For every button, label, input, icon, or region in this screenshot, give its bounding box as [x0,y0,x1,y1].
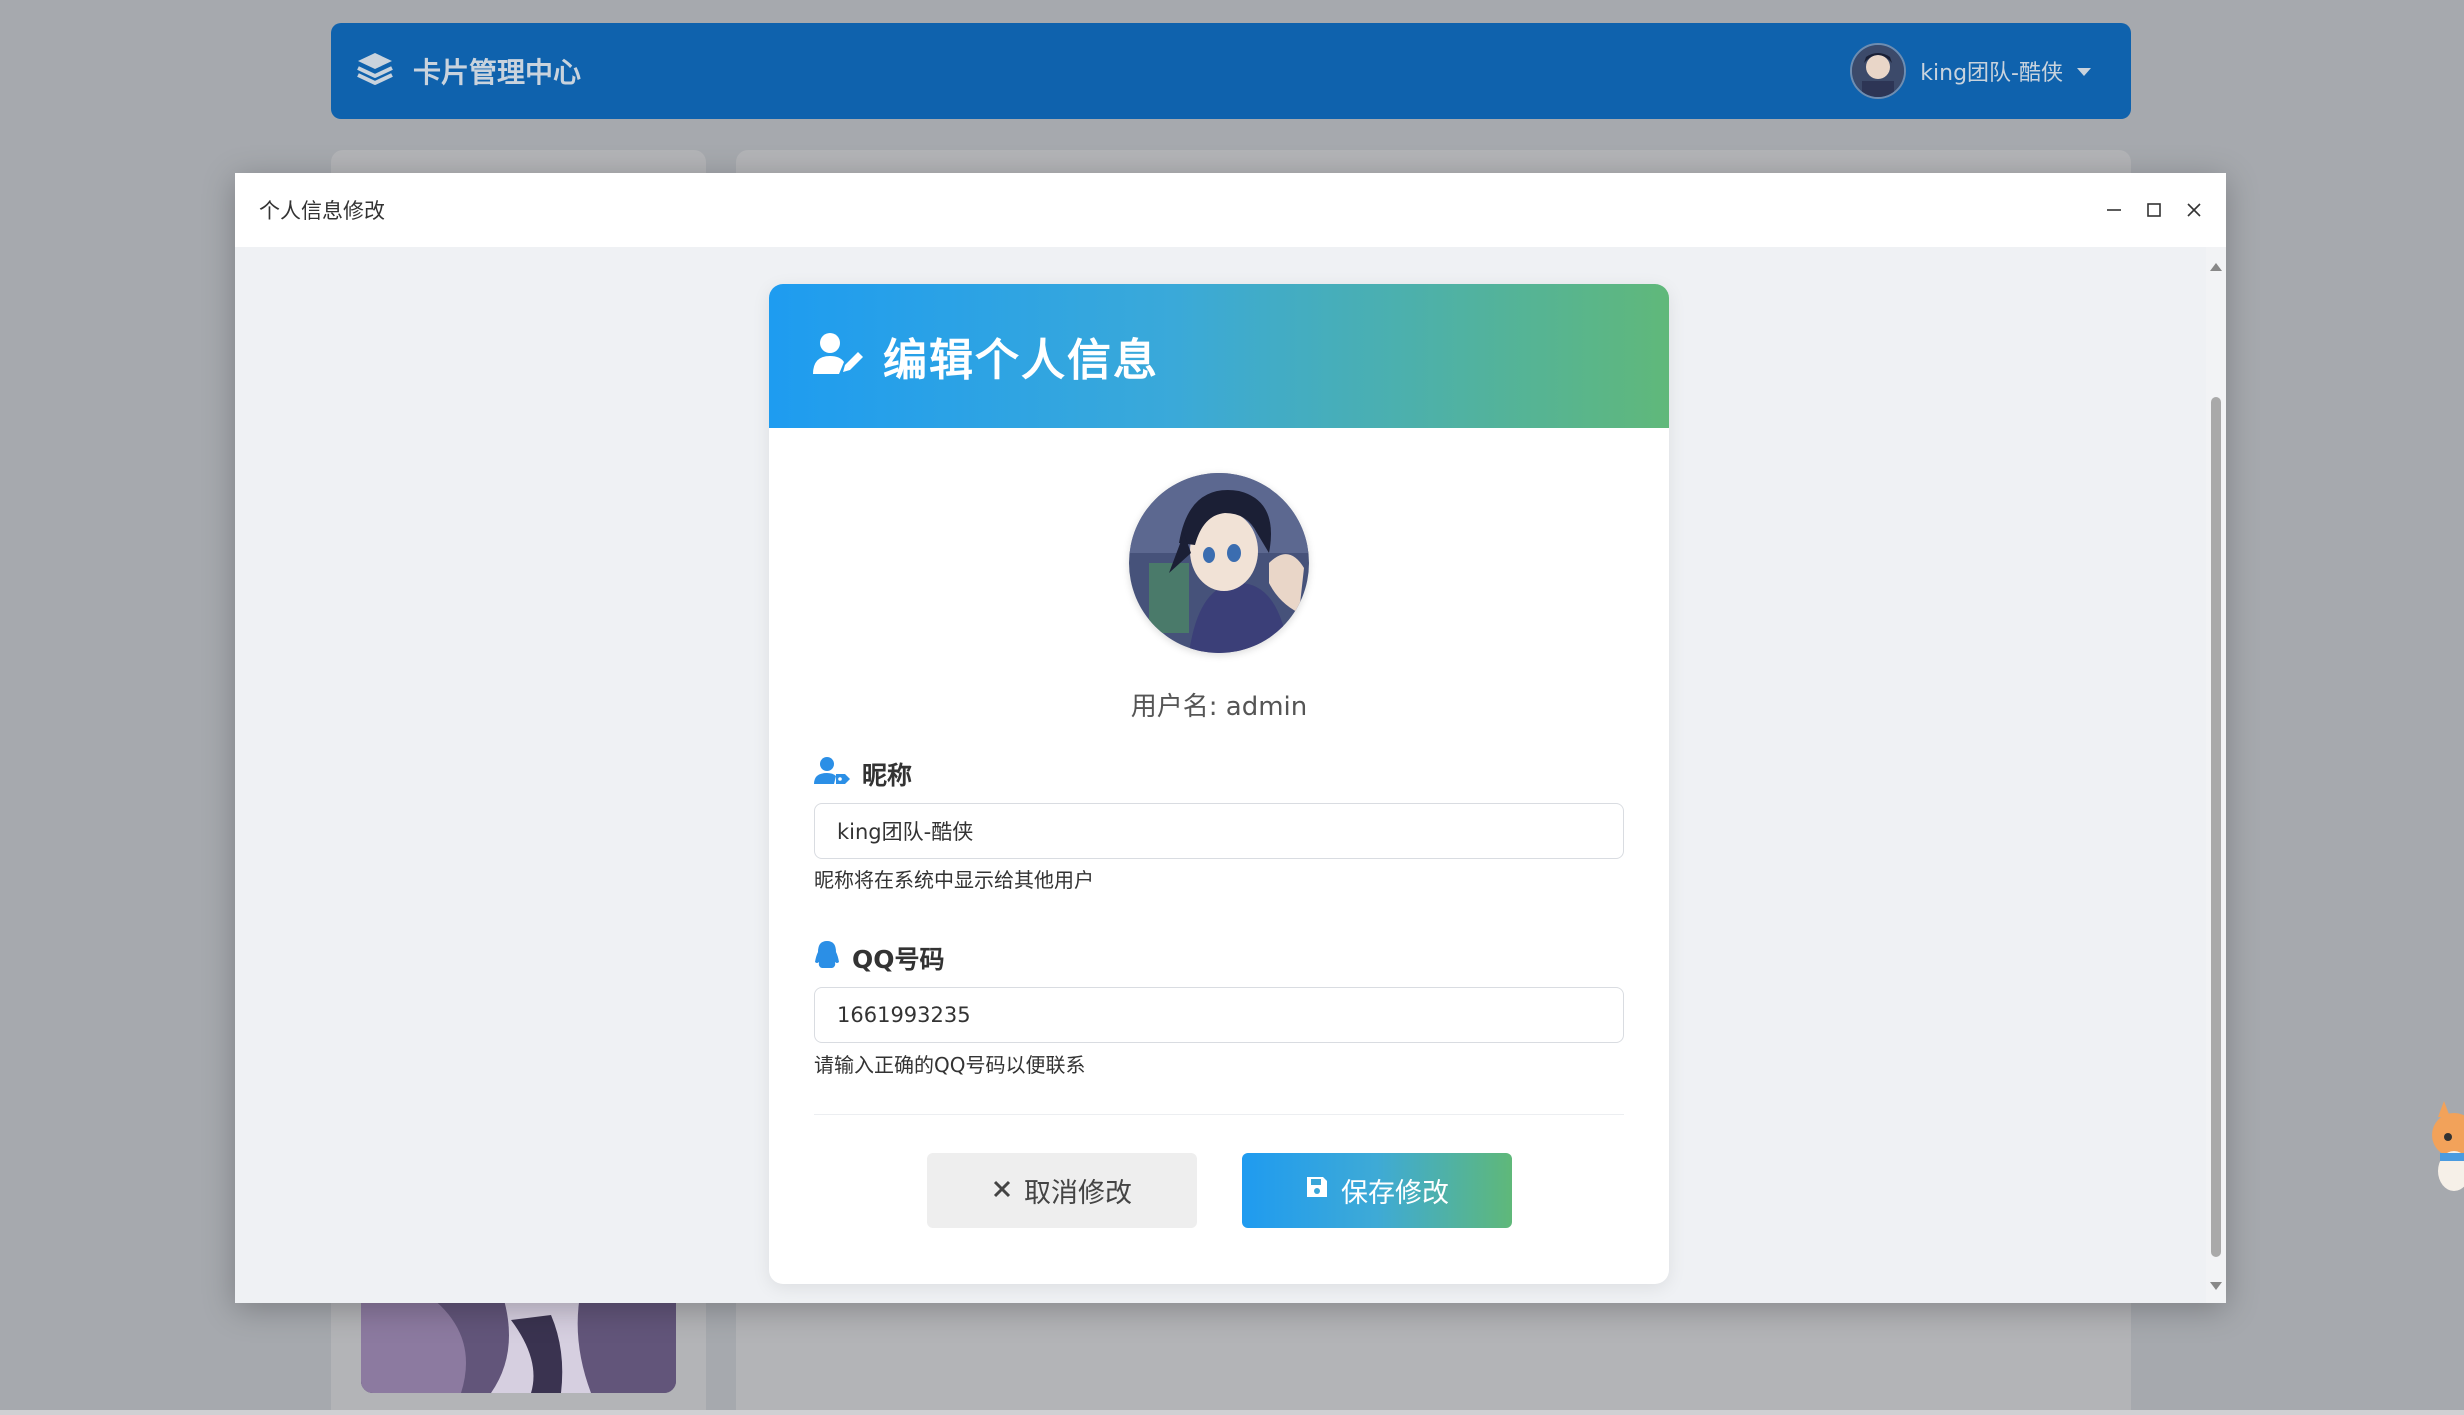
edit-profile-card: 编辑个人信息 用户名: admin 昵称 king团队-酷侠 昵称将在系统中显示… [769,284,1669,1284]
qq-input[interactable] [814,987,1624,1043]
scroll-down-icon[interactable] [2209,1276,2223,1295]
cancel-button[interactable]: 取消修改 [927,1153,1197,1228]
caret-down-icon [2077,62,2091,81]
cancel-button-label: 取消修改 [1024,1178,1132,1209]
nickname-label: 昵称 [814,756,912,792]
floppy-disk-icon [1305,1175,1329,1206]
save-button[interactable]: 保存修改 [1242,1153,1512,1228]
modal-title: 个人信息修改 [259,199,385,223]
username-display: 用户名: admin [1130,692,1308,722]
qq-label-text: QQ号码 [852,945,945,974]
minimize-icon[interactable] [2104,200,2124,220]
background-bottom-strip [0,1410,2464,1415]
window-controls [2104,173,2204,247]
nickname-label-text: 昵称 [862,761,913,790]
maximize-icon[interactable] [2144,200,2164,220]
card-header: 编辑个人信息 [769,284,1669,428]
layers-icon [355,49,395,93]
scroll-up-icon[interactable] [2209,257,2223,276]
qq-penguin-icon [814,940,840,976]
brand-title: 卡片管理中心 [413,56,582,89]
qq-label: QQ号码 [814,940,945,976]
nickname-input[interactable] [814,803,1624,859]
app-topbar: 卡片管理中心 king团队-酷侠 [331,23,2131,119]
profile-edit-modal: 个人信息修改 编辑个人信息 用户名: admin 昵称 king团队-酷侠 昵称… [235,173,2226,1303]
user-tag-icon [814,756,850,792]
card-title: 编辑个人信息 [883,335,1159,386]
scrollbar-thumb[interactable] [2211,397,2221,1257]
avatar [1850,43,1907,99]
close-icon[interactable] [2184,200,2204,220]
user-menu[interactable]: king团队-酷侠 [1850,43,2091,99]
modal-header: 个人信息修改 [235,173,2226,247]
save-button-label: 保存修改 [1341,1178,1449,1209]
nickname-hint: 昵称将在系统中显示给其他用户 [814,868,1094,892]
background-card-image [361,1290,676,1393]
mascot-icon[interactable] [2420,1095,2464,1205]
modal-scrollbar[interactable] [2206,247,2226,1303]
user-edit-icon [813,332,863,380]
brand[interactable]: 卡片管理中心 [355,49,581,93]
profile-avatar[interactable] [1129,473,1309,653]
user-name: king团队-酷侠 [1920,61,2063,86]
divider [814,1114,1624,1115]
qq-hint: 请输入正确的QQ号码以便联系 [814,1053,1086,1077]
close-icon [992,1175,1012,1206]
